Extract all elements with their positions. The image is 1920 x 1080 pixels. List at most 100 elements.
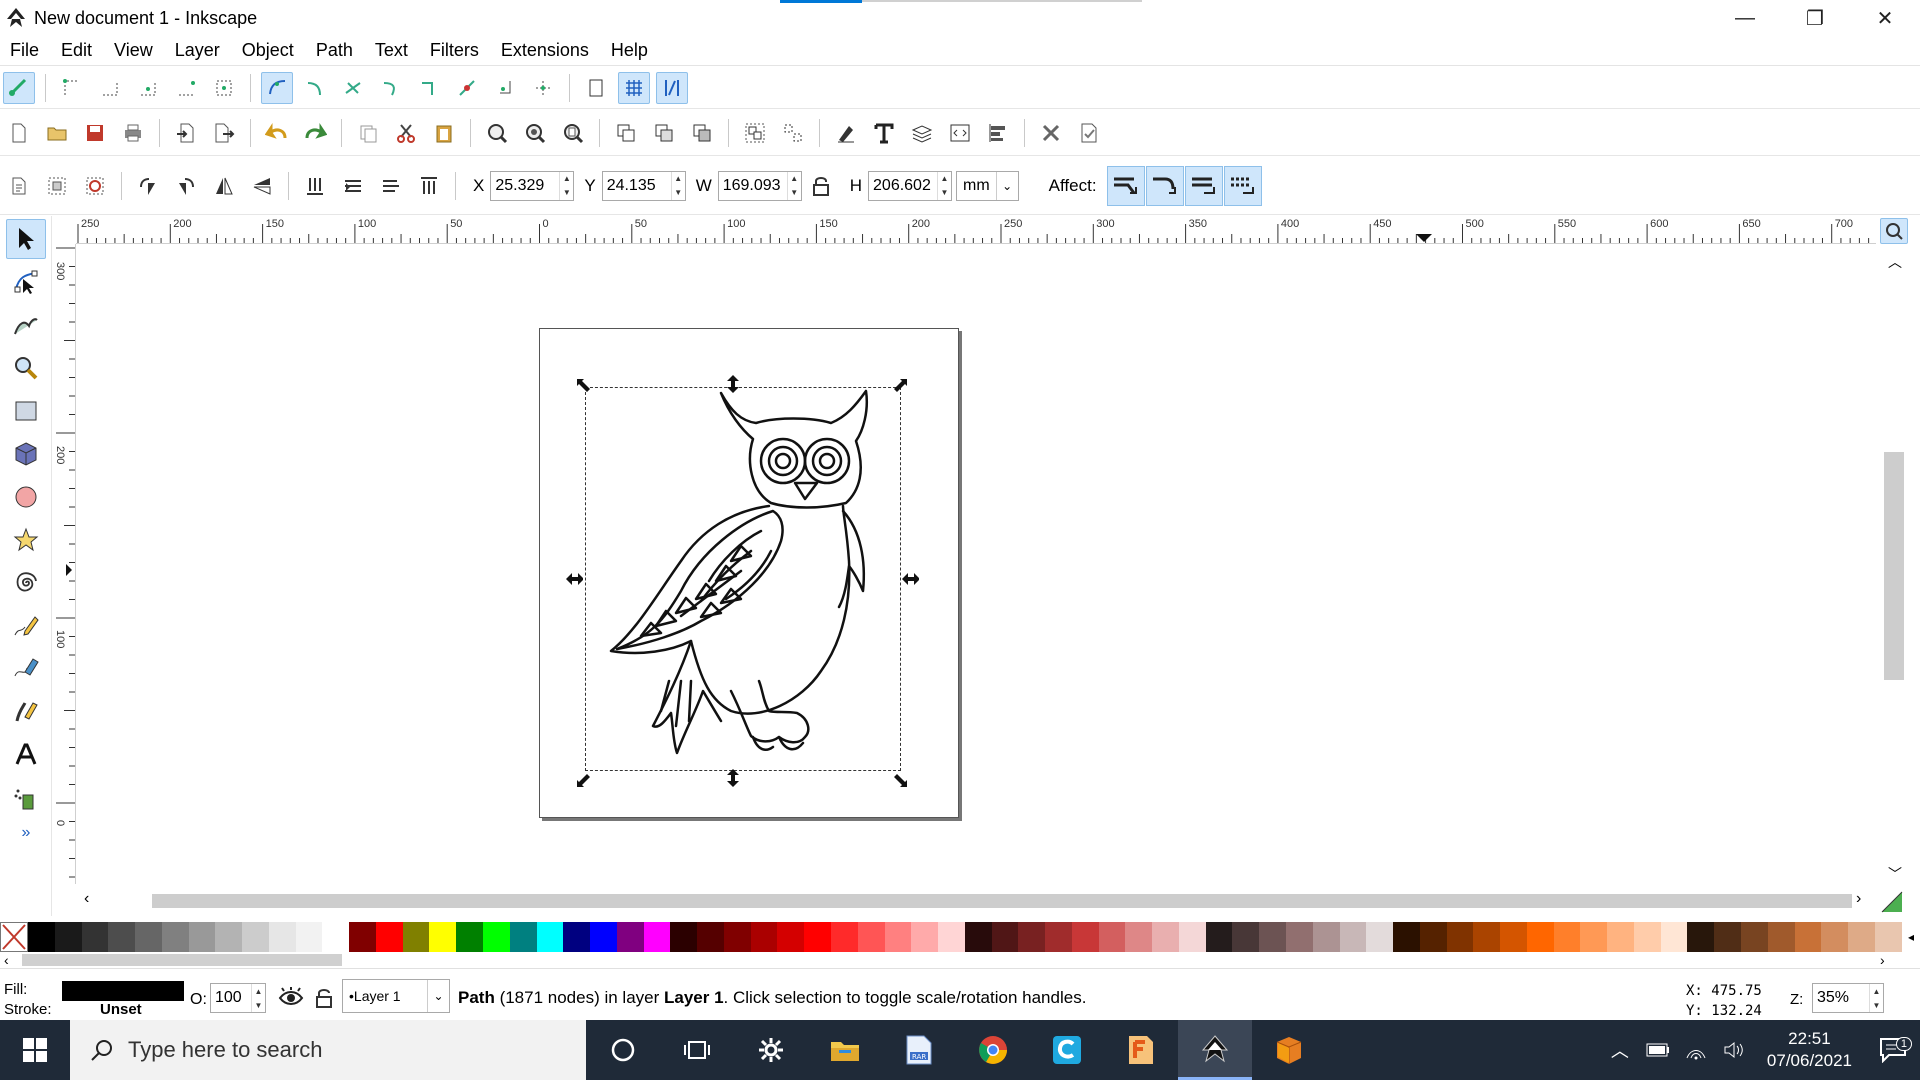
scale-handle-sw[interactable] (575, 771, 593, 789)
x-stepper[interactable]: ▲ ▼ (559, 171, 573, 200)
new-document-button[interactable] (3, 117, 35, 149)
color-swatch[interactable] (804, 922, 831, 952)
ellipse-tool[interactable] (6, 477, 46, 517)
color-swatch[interactable] (1660, 922, 1688, 952)
color-swatch[interactable] (1232, 922, 1260, 952)
rectangle-tool[interactable] (6, 391, 46, 431)
opacity-stepper[interactable]: ▲ ▼ (251, 984, 265, 1012)
color-swatch[interactable] (456, 922, 484, 952)
menu-help[interactable]: Help (611, 40, 648, 61)
vertical-scrollbar[interactable]: ︿ ﹀ (1878, 244, 1910, 886)
color-swatch[interactable] (1607, 922, 1634, 952)
affect-rounded-corners-button[interactable] (1145, 165, 1184, 206)
select-all-button[interactable] (3, 170, 35, 202)
zoom-selection-button[interactable] (481, 117, 513, 149)
color-swatch[interactable] (1393, 922, 1420, 952)
deselect-button[interactable] (79, 170, 111, 202)
color-swatch[interactable] (991, 922, 1019, 952)
color-swatch[interactable] (616, 922, 644, 952)
zoom-corner-button[interactable] (1880, 218, 1908, 244)
scroll-left-icon[interactable]: ‹ (84, 890, 89, 908)
scale-handle-nw[interactable] (575, 377, 593, 395)
network-button[interactable] (1677, 1040, 1715, 1060)
inkscape-taskbar-button[interactable] (1178, 1020, 1252, 1080)
zoom-drawing-button[interactable] (519, 117, 551, 149)
snap-bbox-midpoint-button[interactable] (170, 72, 202, 104)
color-swatch[interactable] (1767, 922, 1795, 952)
xml-editor-button[interactable] (944, 117, 976, 149)
group-button[interactable] (739, 117, 771, 149)
affect-stroke-width-button[interactable] (1106, 165, 1145, 206)
flip-vertical-button[interactable] (246, 170, 278, 202)
color-swatch[interactable] (1205, 922, 1233, 952)
color-swatch[interactable] (1687, 922, 1715, 952)
color-swatch[interactable] (483, 922, 510, 952)
show-hidden-icons-button[interactable]: ︿ (1601, 1037, 1639, 1063)
taskbar-search-box[interactable]: Type here to search (70, 1020, 586, 1080)
palette-scroll-left-icon[interactable]: ‹ (4, 952, 9, 968)
color-swatch[interactable] (268, 922, 296, 952)
snap-smooth-nodes-button[interactable] (413, 72, 445, 104)
y-input[interactable]: 24.135 ▲ ▼ (601, 170, 686, 201)
settings-app-button[interactable] (734, 1020, 808, 1080)
affect-gradients-button[interactable] (1184, 165, 1223, 206)
import-button[interactable] (170, 117, 202, 149)
color-swatch[interactable] (429, 922, 457, 952)
color-swatch[interactable] (830, 922, 858, 952)
palette-scroll-thumb[interactable] (22, 954, 342, 966)
color-swatch[interactable] (1633, 922, 1661, 952)
color-swatch[interactable] (1500, 922, 1527, 952)
color-swatch[interactable] (242, 922, 269, 952)
color-swatch[interactable] (911, 922, 939, 952)
star-tool[interactable] (6, 520, 46, 560)
menu-edit[interactable]: Edit (61, 40, 92, 61)
chrome-button[interactable] (956, 1020, 1030, 1080)
close-button[interactable]: ✕ (1850, 0, 1920, 36)
scroll-right-icon[interactable]: › (1856, 890, 1861, 908)
lock-proportions-button[interactable] (805, 170, 837, 202)
menu-filters[interactable]: Filters (430, 40, 479, 61)
color-swatch[interactable] (1285, 922, 1313, 952)
lower-to-bottom-button[interactable] (299, 170, 331, 202)
copy-button[interactable] (352, 117, 384, 149)
layer-lock-button[interactable] (314, 987, 334, 1014)
export-button[interactable] (208, 117, 240, 149)
scroll-up-icon[interactable]: ︿ (1888, 252, 1902, 272)
pen-tool[interactable] (6, 649, 46, 689)
color-swatch[interactable] (1714, 922, 1741, 952)
color-swatch[interactable] (295, 922, 323, 952)
print-button[interactable] (117, 117, 149, 149)
w-input[interactable]: 169.093 ▲ ▼ (717, 170, 802, 201)
color-swatch[interactable] (643, 922, 671, 952)
rotate-cw-button[interactable] (170, 170, 202, 202)
taskbar-clock[interactable]: 22:51 07/06/2021 (1767, 1028, 1852, 1072)
color-swatch[interactable] (938, 922, 965, 952)
menu-path[interactable]: Path (316, 40, 353, 61)
lower-button[interactable] (337, 170, 369, 202)
align-distribute-button[interactable] (982, 117, 1014, 149)
color-swatch[interactable] (81, 922, 109, 952)
color-swatch[interactable] (857, 922, 885, 952)
cut-button[interactable] (390, 117, 422, 149)
color-swatch[interactable] (1339, 922, 1367, 952)
winrar-button[interactable]: RAR (882, 1020, 956, 1080)
fill-swatch[interactable] (62, 981, 184, 1001)
y-stepper[interactable]: ▲ ▼ (670, 171, 685, 200)
color-swatch[interactable] (1018, 922, 1046, 952)
color-swatch[interactable] (1526, 922, 1554, 952)
color-swatch[interactable] (375, 922, 403, 952)
color-swatch[interactable] (723, 922, 751, 952)
color-swatch[interactable] (1473, 922, 1501, 952)
scale-handle-w[interactable] (565, 570, 583, 588)
snap-grids-button[interactable] (618, 71, 650, 104)
snap-nodes-button[interactable] (261, 71, 293, 104)
pencil-tool[interactable] (6, 606, 46, 646)
color-swatch[interactable] (563, 922, 591, 952)
snap-guides-button[interactable] (656, 71, 688, 104)
color-swatch[interactable] (108, 922, 136, 952)
foxit-button[interactable] (1104, 1020, 1178, 1080)
snap-enable-button[interactable] (3, 71, 35, 104)
affect-patterns-button[interactable] (1223, 165, 1262, 206)
color-swatch[interactable] (1259, 922, 1286, 952)
snap-intersections-button[interactable] (337, 72, 369, 104)
